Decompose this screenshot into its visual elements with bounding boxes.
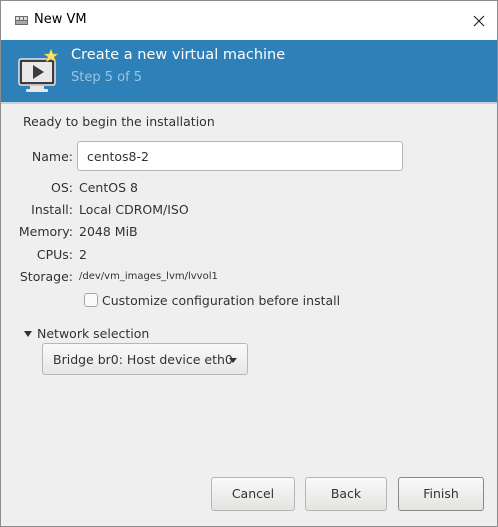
wizard-step: Step 5 of 5 <box>71 70 143 85</box>
window-title: New VM <box>34 12 87 27</box>
close-icon <box>473 15 485 27</box>
finish-button[interactable]: Finish <box>398 477 484 511</box>
os-value: CentOS 8 <box>79 180 138 195</box>
wizard-title: Create a new virtual machine <box>71 47 286 63</box>
close-button[interactable] <box>467 9 491 33</box>
customize-checkbox[interactable] <box>84 293 98 307</box>
install-label: Install: <box>31 202 73 217</box>
install-value: Local CDROM/ISO <box>79 202 189 217</box>
ready-heading: Ready to begin the installation <box>23 114 215 129</box>
back-button[interactable]: Back <box>305 477 387 511</box>
expander-arrow-icon <box>24 330 32 337</box>
cpus-value: 2 <box>79 247 87 262</box>
new-vm-dialog: New VM Create a new virtual machine Step… <box>0 0 498 527</box>
os-label: OS: <box>51 180 73 195</box>
virt-manager-icon <box>15 16 28 25</box>
wizard-header: Create a new virtual machine Step 5 of 5 <box>1 40 497 102</box>
storage-value: /dev/vm_images_lvm/lvvol1 <box>79 271 218 282</box>
title-bar[interactable]: New VM <box>1 1 497 40</box>
vm-name-input[interactable] <box>77 141 403 171</box>
network-selection-label: Network selection <box>37 326 150 341</box>
memory-value: 2048 MiB <box>79 224 138 239</box>
network-selection-expander[interactable]: Network selection <box>24 326 149 341</box>
name-label: Name: <box>31 149 73 164</box>
customize-checkbox-label[interactable]: Customize configuration before install <box>102 293 340 308</box>
network-source-combo[interactable]: Bridge br0: Host device eth0 <box>42 343 248 375</box>
cancel-button[interactable]: Cancel <box>211 477 295 511</box>
storage-label: Storage: <box>19 269 73 284</box>
network-source-value: Bridge br0: Host device eth0 <box>53 352 233 367</box>
header-divider <box>1 102 497 104</box>
memory-label: Memory: <box>18 224 73 239</box>
cpus-label: CPUs: <box>36 247 73 262</box>
new-vm-icon <box>18 48 59 92</box>
dropdown-arrow-icon <box>229 358 237 363</box>
